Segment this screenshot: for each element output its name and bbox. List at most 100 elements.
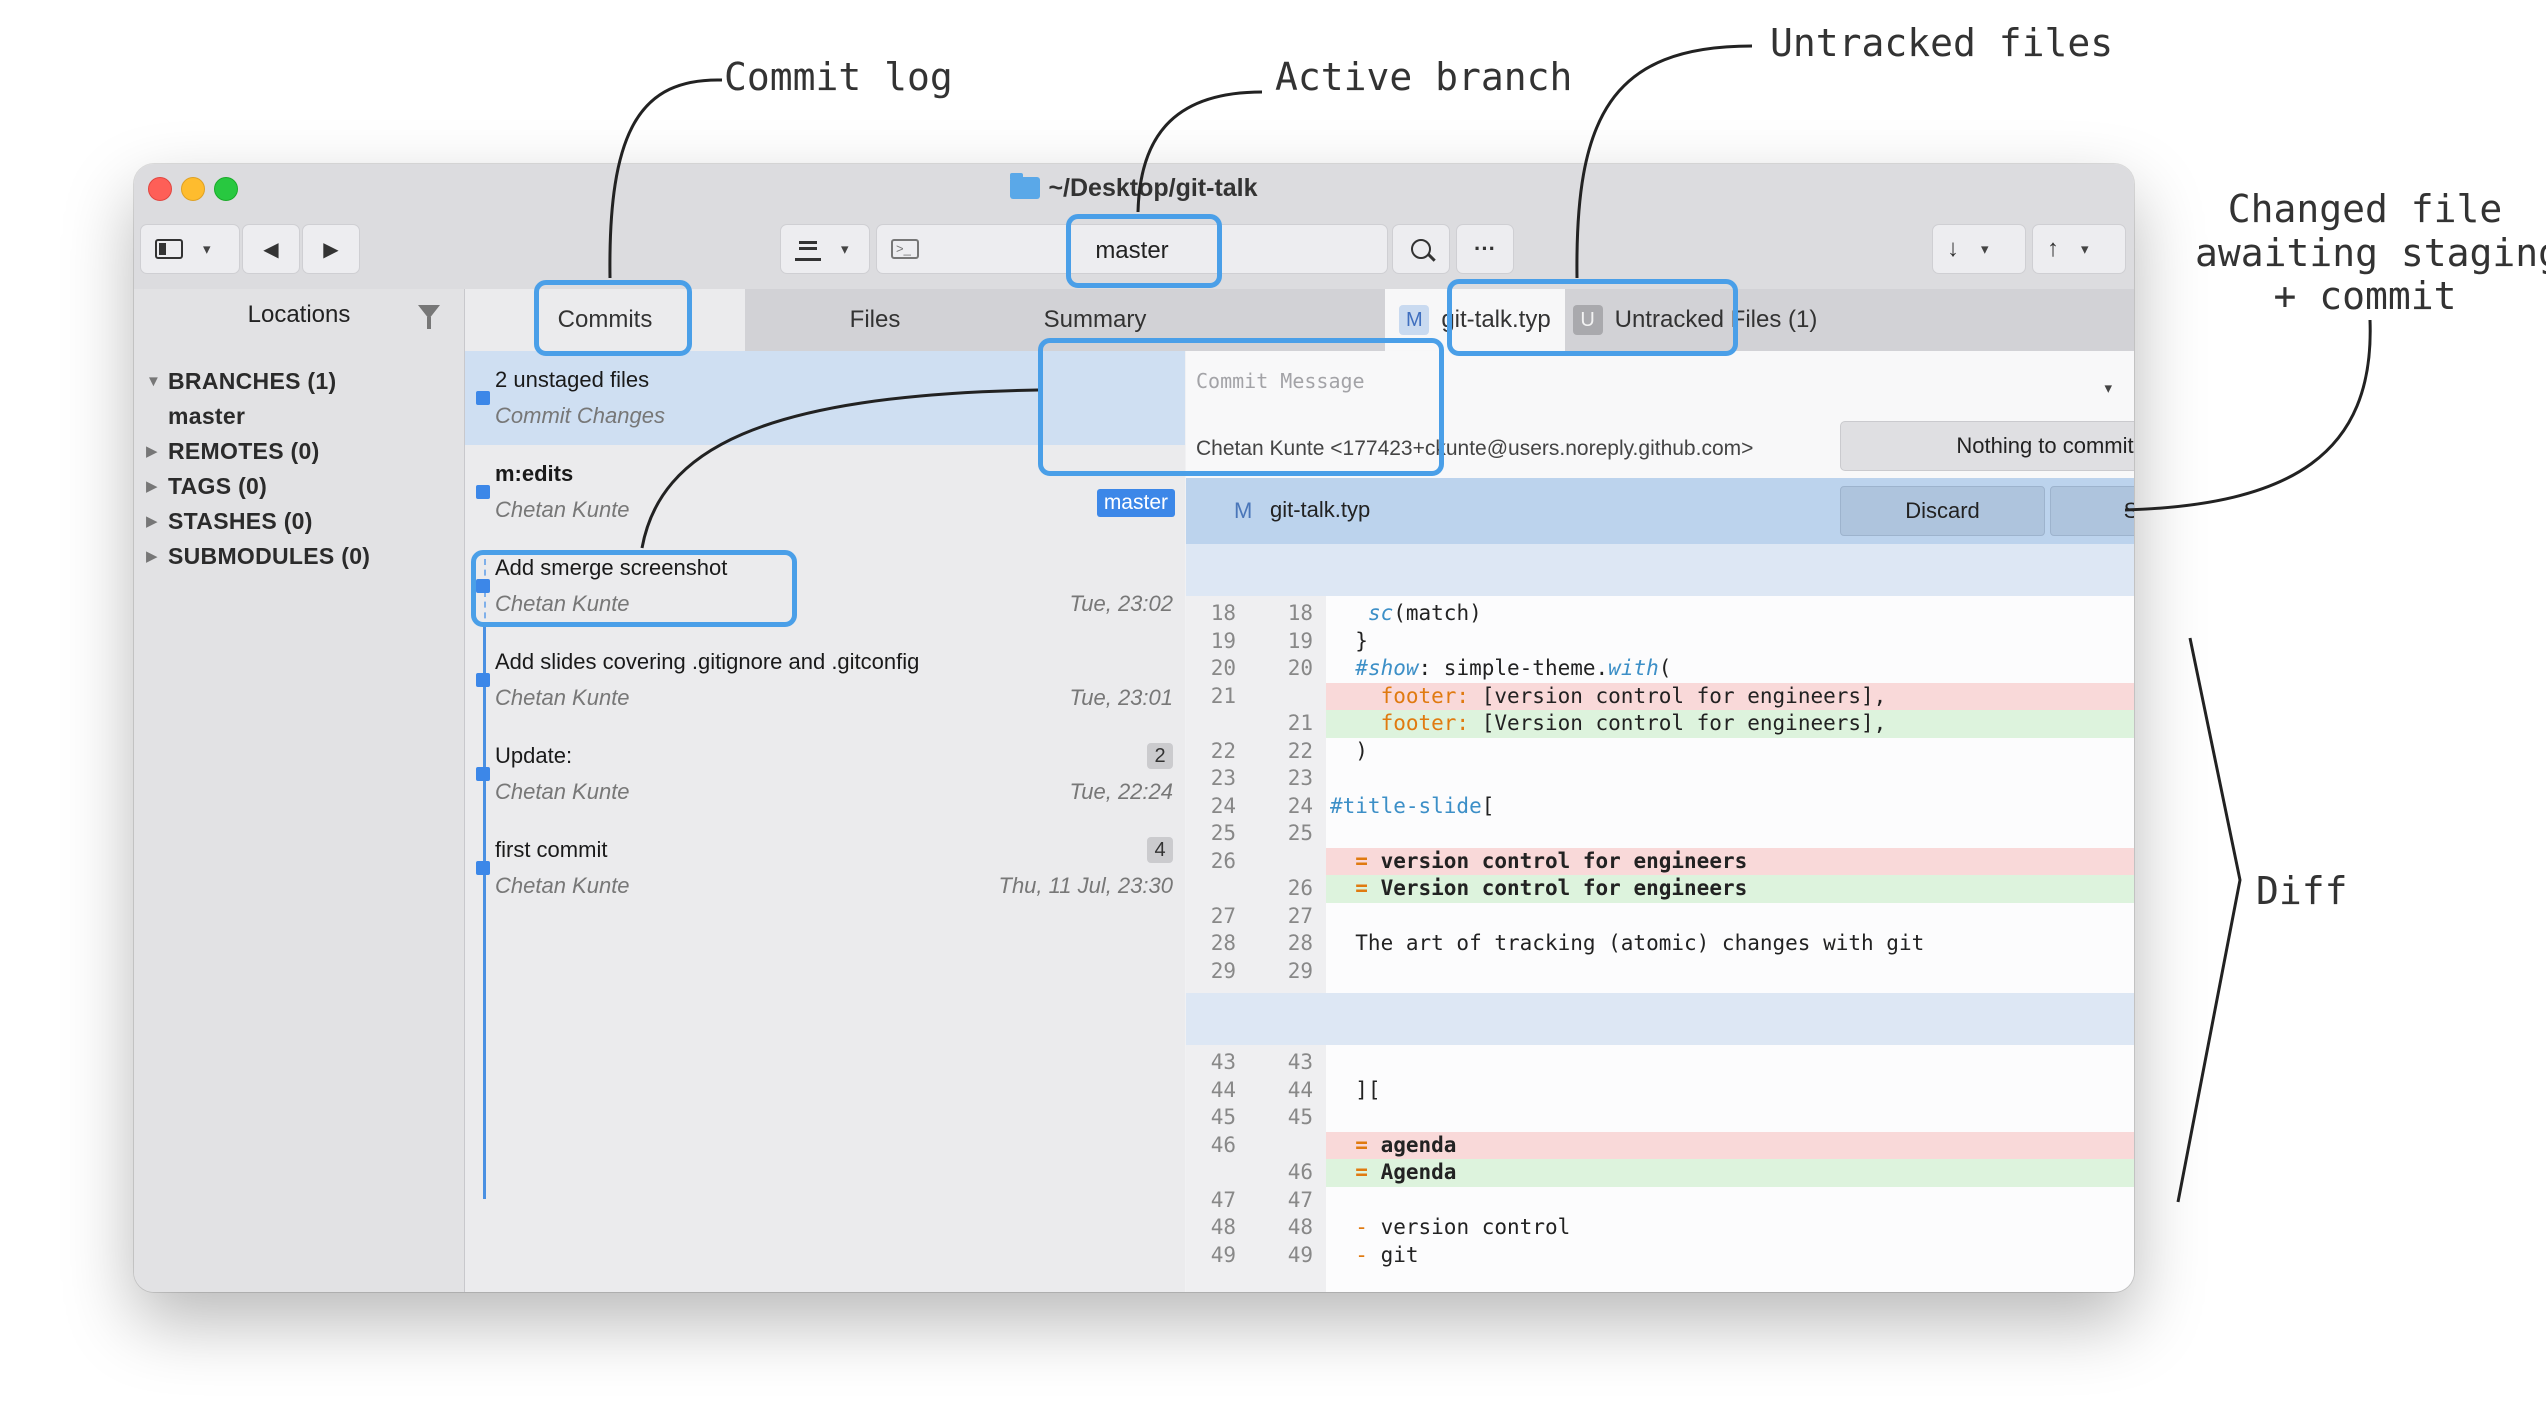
new-line-number: 24: [1287, 793, 1313, 818]
filter-icon[interactable]: [418, 305, 440, 329]
diff-line-removed[interactable]: 26 = version control for engineers: [1186, 847, 2134, 875]
diff-code: [1326, 1187, 2134, 1215]
commit-author: Chetan Kunte: [495, 779, 630, 804]
untracked-tab-highlight: [1447, 279, 1738, 356]
diff-line[interactable]: 19 19 }: [1186, 628, 2134, 656]
sidebar-item-master[interactable]: master: [168, 403, 245, 430]
branch-tag[interactable]: master: [1096, 489, 1175, 517]
diff-line[interactable]: 47 47: [1186, 1187, 2134, 1215]
diff-line[interactable]: 27 27: [1186, 903, 2134, 931]
sidebar-item-stashes[interactable]: STASHES (0): [168, 508, 313, 535]
search-button[interactable]: [1392, 224, 1450, 274]
chevron-down-icon[interactable]: ▾: [2081, 240, 2089, 258]
stage-button[interactable]: Stage: [2050, 486, 2134, 536]
diff-line[interactable]: 28 28 The art of tracking (atomic) change…: [1186, 930, 2134, 958]
sidebar-item-remotes[interactable]: REMOTES (0): [168, 438, 320, 465]
new-line-number: 45: [1287, 1105, 1313, 1129]
stash-icon: [795, 238, 821, 261]
diff-annotation: Diff: [2256, 869, 2348, 913]
diff-line[interactable]: 18 18 sc(match): [1186, 600, 2134, 628]
back-button[interactable]: ◀: [242, 224, 300, 274]
diff-code: ): [1330, 738, 1368, 763]
diff-line[interactable]: 43 43: [1186, 1049, 2134, 1077]
diff-line[interactable]: 48 48 - version control: [1186, 1214, 2134, 1242]
commit-file-count: 4: [1147, 837, 1173, 863]
old-line-number: 43: [1210, 1050, 1236, 1074]
diff-code: [1326, 1104, 2134, 1132]
forward-button[interactable]: ▶: [302, 224, 360, 274]
expanded-triangle-icon[interactable]: ▼: [146, 373, 161, 390]
commit-author: Chetan Kunte: [495, 497, 630, 522]
commit-date: Tue, 23:02: [1069, 591, 1173, 616]
diff-line[interactable]: 45 45: [1186, 1104, 2134, 1132]
old-line-number: 46: [1210, 1132, 1236, 1157]
chevron-down-icon[interactable]: ▾: [203, 240, 211, 258]
hunk-separator: [1186, 544, 2134, 596]
active-branch-annotation: Active branch: [1275, 55, 1573, 99]
commit-author: Chetan Kunte: [495, 685, 630, 710]
more-button[interactable]: ···: [1456, 224, 1514, 274]
new-line-number: 47: [1287, 1187, 1313, 1212]
diff-line[interactable]: 25 25: [1186, 820, 2134, 848]
commit-row[interactable]: first commit 4 Chetan Kunte Thu, 11 Jul,…: [465, 821, 1185, 915]
window-title: ~/Desktop/git-talk: [134, 173, 2134, 203]
diff-line[interactable]: 23 23: [1186, 765, 2134, 793]
diff-line[interactable]: 29 29: [1186, 958, 2134, 986]
commit-title: Update:: [495, 743, 573, 768]
diff-line[interactable]: 24 24 #title-slide[: [1186, 793, 2134, 821]
diff-line-added[interactable]: 46 = Agenda: [1186, 1159, 2134, 1187]
commit-date: Tue, 22:24: [1069, 779, 1173, 804]
commit-dot-icon: [476, 391, 490, 405]
stash-button[interactable]: ▾: [780, 224, 870, 274]
sidebar-item-branches[interactable]: BRANCHES (1): [168, 368, 336, 395]
diff-line-added[interactable]: 21 footer: [Version control for engineer…: [1186, 710, 2134, 738]
sidebar-item-tags[interactable]: TAGS (0): [168, 473, 267, 500]
old-line-number: 48: [1210, 1215, 1236, 1239]
diff-line[interactable]: 49 49 - git: [1186, 1242, 2134, 1270]
discard-button[interactable]: Discard: [1840, 486, 2045, 536]
diff-line[interactable]: 22 22 ): [1186, 738, 2134, 766]
new-line-number: 21: [1287, 711, 1313, 735]
collapsed-triangle-icon[interactable]: ▶: [146, 442, 158, 460]
locations-sidebar: Locations ▼ BRANCHES (1) master ▶ REMOTE…: [134, 289, 465, 1292]
commits-tab-highlight: [534, 280, 692, 356]
collapsed-triangle-icon[interactable]: ▶: [146, 477, 158, 495]
new-line-number: 48: [1287, 1215, 1313, 1239]
collapsed-triangle-icon[interactable]: ▶: [146, 512, 158, 530]
push-button[interactable]: ↑ ▾: [2032, 224, 2126, 274]
diff-code: - version control: [1355, 1215, 1571, 1239]
commit-message-highlight: [1038, 338, 1444, 476]
commit-title: 2 unstaged files: [495, 367, 650, 392]
old-line-number: 45: [1210, 1105, 1236, 1129]
diff-line-removed[interactable]: 21 footer: [version control for engineer…: [1186, 682, 2134, 710]
new-line-number: 29: [1287, 958, 1313, 983]
changed-file-header[interactable]: M git-talk.typ Discard Stage: [1186, 478, 2134, 544]
commit-title: Add slides covering .gitignore and .gitc…: [495, 649, 920, 674]
diff-line[interactable]: 20 20 #show: simple-theme.with(: [1186, 655, 2134, 683]
collapsed-triangle-icon[interactable]: ▶: [146, 547, 158, 565]
diff-code: = version control for engineers: [1326, 847, 2134, 875]
chevron-down-icon[interactable]: ▾: [841, 240, 849, 258]
commit-row[interactable]: Update: 2 Chetan Kunte Tue, 22:24: [465, 727, 1185, 821]
chevron-down-icon[interactable]: ▾: [2104, 379, 2112, 397]
commit-title: first commit: [495, 837, 608, 862]
diff-code: [1326, 820, 2134, 848]
diff-line-added[interactable]: 26 = Version control for engineers: [1186, 875, 2134, 903]
tab-files[interactable]: Files: [745, 289, 1005, 351]
commit-row-highlight: [471, 550, 797, 627]
sidebar-item-submodules[interactable]: SUBMODULES (0): [168, 543, 370, 570]
new-line-number: 19: [1287, 628, 1313, 653]
diff-code: #show: simple-theme.with(: [1355, 656, 1672, 680]
commit-row[interactable]: Add slides covering .gitignore and .gitc…: [465, 633, 1185, 727]
diff-line[interactable]: 44 44 ][: [1186, 1077, 2134, 1105]
commit-dot-icon: [476, 673, 490, 687]
sidebar-toggle-button[interactable]: ▾: [140, 224, 240, 274]
changed-file-annotation-line: awaiting staging: [2195, 230, 2546, 275]
diff-brace: [2176, 637, 2242, 1203]
nothing-to-commit-button[interactable]: Nothing to commit: [1840, 421, 2134, 471]
chevron-down-icon[interactable]: ▾: [1981, 240, 1989, 258]
new-line-number: 44: [1287, 1077, 1313, 1102]
commit-author: Chetan Kunte: [495, 873, 630, 898]
fetch-button[interactable]: ↓ ▾: [1932, 224, 2026, 274]
diff-line-removed[interactable]: 46 = agenda: [1186, 1131, 2134, 1159]
